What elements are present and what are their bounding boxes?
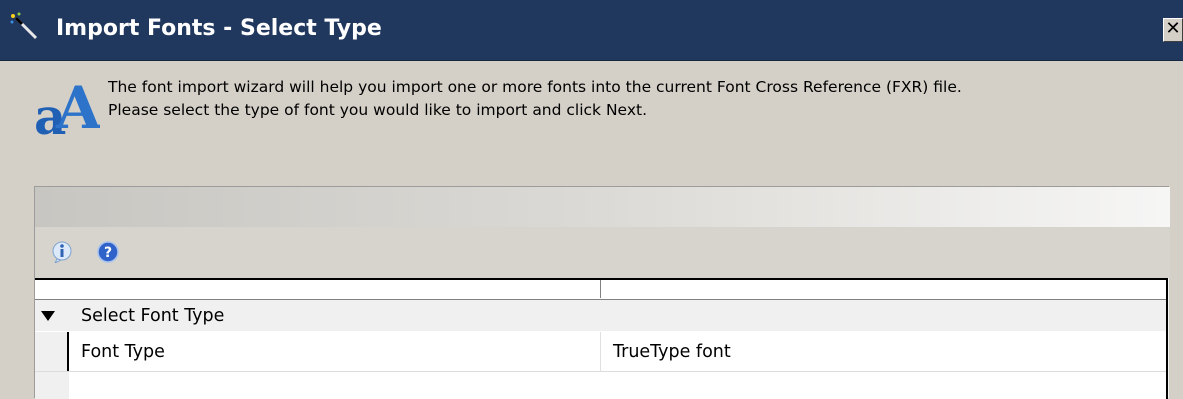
window-title: Import Fonts - Select Type bbox=[56, 16, 382, 41]
property-row-font-type[interactable]: Font Type TrueType font bbox=[35, 332, 1166, 372]
row-gutter bbox=[35, 332, 69, 371]
property-grid: Select Font Type Font Type TrueType font bbox=[35, 278, 1168, 399]
category-label: Select Font Type bbox=[81, 306, 225, 326]
column-splitter[interactable] bbox=[600, 280, 601, 298]
intro-line-1: The font import wizard will help you imp… bbox=[108, 78, 962, 96]
svg-text:A: A bbox=[55, 74, 100, 138]
title-bar: Import Fonts - Select Type ✕ bbox=[0, 0, 1183, 61]
property-name: Font Type bbox=[81, 342, 165, 362]
row-gutter-empty bbox=[35, 372, 69, 399]
property-value[interactable]: TrueType font bbox=[613, 341, 731, 363]
font-wizard-icon: a A bbox=[34, 74, 100, 138]
grid-toolbar: ? bbox=[35, 227, 1170, 278]
info-icon[interactable] bbox=[51, 241, 73, 263]
category-row[interactable]: Select Font Type bbox=[35, 300, 1166, 331]
help-icon[interactable]: ? bbox=[97, 241, 119, 263]
grid-column-header bbox=[35, 280, 1166, 300]
row-indent-bar bbox=[67, 332, 69, 371]
intro-line-2: Please select the type of font you would… bbox=[108, 101, 647, 119]
collapse-triangle-icon[interactable] bbox=[41, 311, 55, 321]
svg-text:?: ? bbox=[104, 245, 112, 261]
column-splitter-highlight bbox=[602, 280, 603, 298]
value-divider bbox=[600, 332, 601, 371]
close-button[interactable]: ✕ bbox=[1163, 18, 1183, 42]
property-panel: ? Select Font Type Font Type TrueType fo… bbox=[34, 186, 1170, 399]
panel-header bbox=[35, 187, 1170, 227]
wizard-wand-icon bbox=[10, 12, 38, 40]
intro-text: The font import wizard will help you imp… bbox=[108, 76, 962, 122]
